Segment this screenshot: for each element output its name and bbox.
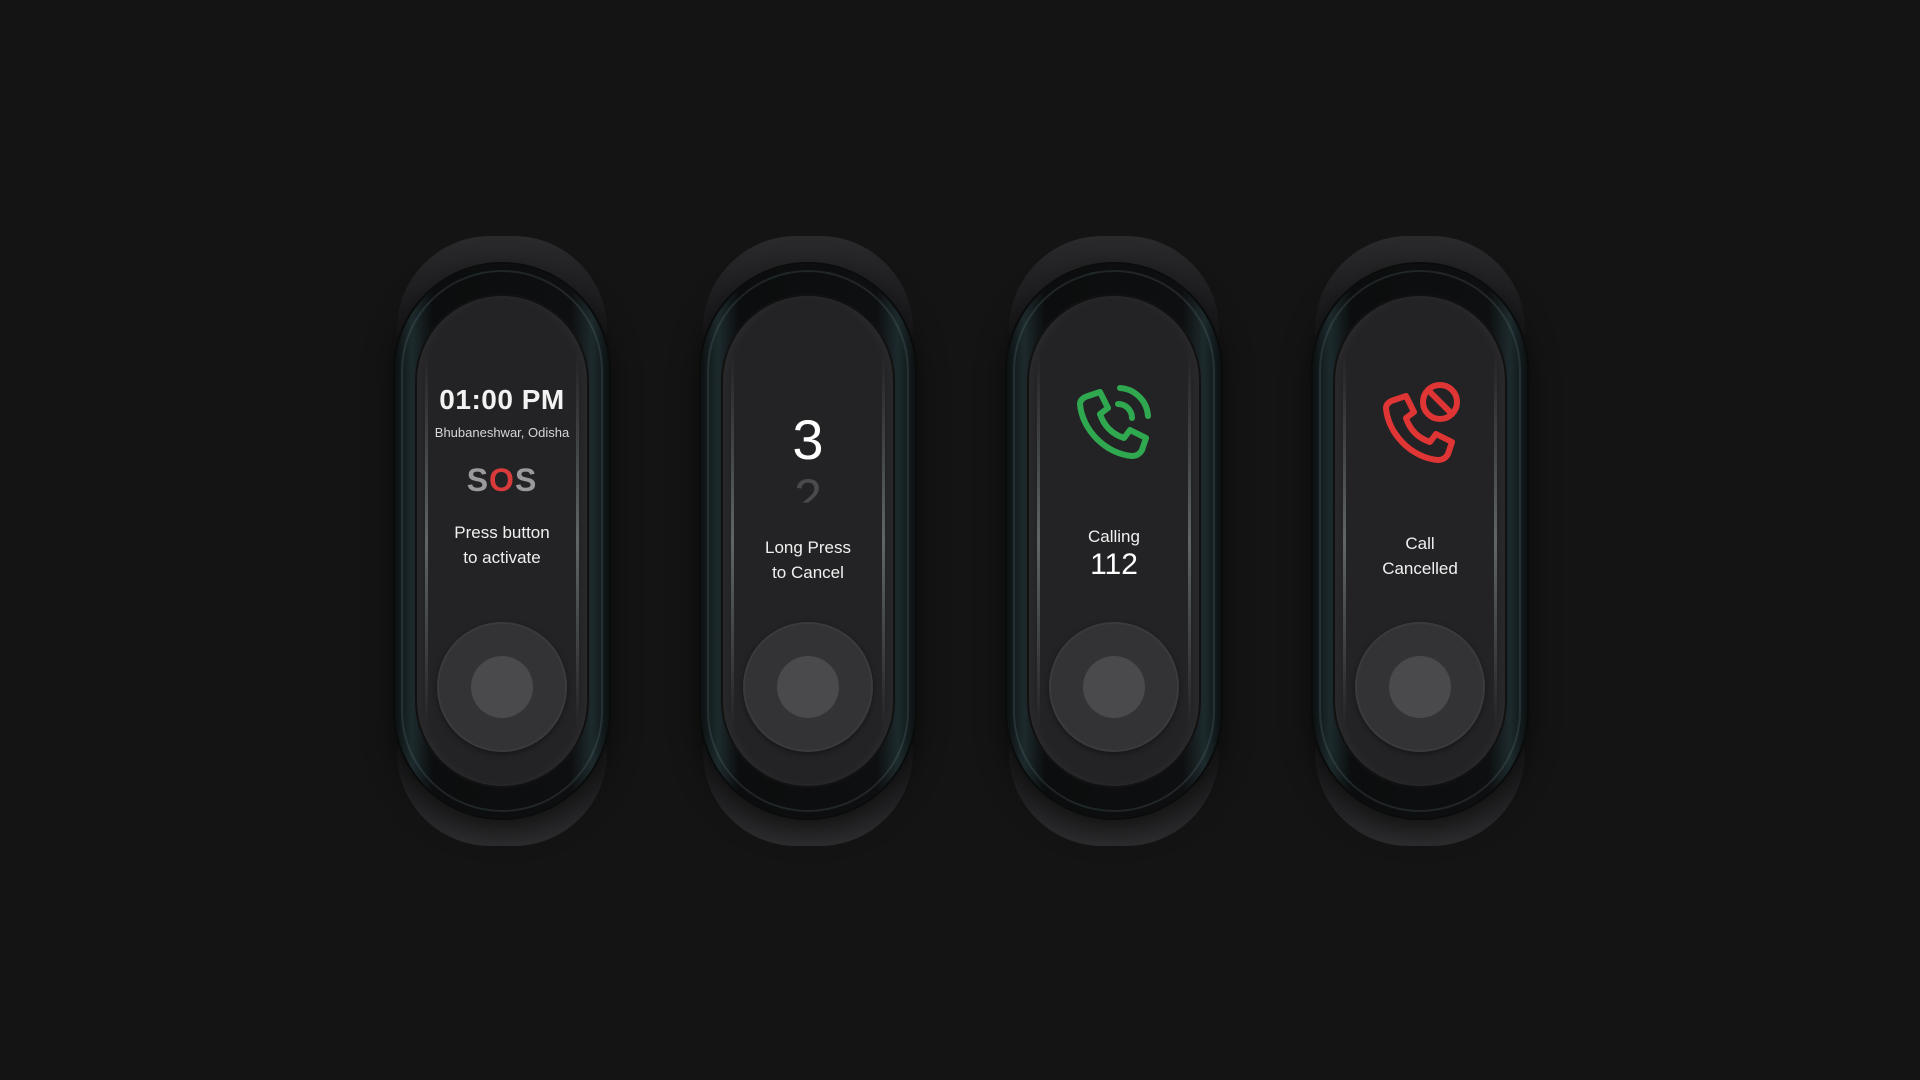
sos-logo: SOS — [415, 462, 589, 499]
calling-label: Calling — [1088, 527, 1140, 546]
touch-button-center — [471, 656, 533, 718]
band-pod: Calling 112 — [1007, 264, 1221, 818]
screen-content: 3 2 Long Press to Cancel — [721, 294, 895, 638]
smart-band-sos-idle: 01:00 PM Bhubaneshwar, Odisha SOS Press … — [395, 236, 609, 846]
band-screen: Call Cancelled — [1333, 294, 1507, 788]
smart-band-countdown: 3 2 Long Press to Cancel — [701, 236, 915, 846]
sos-letter-o: O — [489, 462, 515, 498]
countdown-current: 3 — [792, 408, 824, 471]
status-text: Call Cancelled — [1343, 531, 1497, 581]
touch-button[interactable] — [1049, 622, 1179, 752]
touch-button[interactable] — [743, 622, 873, 752]
sos-letter-s2: S — [514, 462, 538, 498]
phone-cancelled-icon — [1383, 382, 1460, 463]
touch-button-center — [1389, 656, 1451, 718]
band-pod: Call Cancelled — [1313, 264, 1527, 818]
instruction-text: Long Press to Cancel — [731, 535, 885, 585]
touch-button[interactable] — [437, 622, 567, 752]
countdown-next: 2 — [794, 469, 822, 525]
screen-content: Calling 112 — [1027, 294, 1201, 638]
stage: 01:00 PM Bhubaneshwar, Odisha SOS Press … — [0, 0, 1920, 1080]
touch-button[interactable] — [1355, 622, 1485, 752]
band-screen: Calling 112 — [1027, 294, 1201, 788]
phone-calling-icon — [1077, 385, 1151, 459]
band-screen: 3 2 Long Press to Cancel — [721, 294, 895, 788]
screen-content: 01:00 PM Bhubaneshwar, Odisha SOS Press … — [415, 294, 589, 638]
band-screen: 01:00 PM Bhubaneshwar, Odisha SOS Press … — [415, 294, 589, 788]
dialed-number: 112 — [1090, 548, 1138, 581]
status-line-1: Call — [1405, 534, 1435, 553]
screen-content: Call Cancelled — [1333, 294, 1507, 638]
sos-letter-s1: S — [466, 462, 490, 498]
band-pod: 01:00 PM Bhubaneshwar, Odisha SOS Press … — [395, 264, 609, 818]
instruction-line-1: Press button — [454, 523, 550, 542]
instruction-line-2: to Cancel — [772, 563, 844, 582]
band-pod: 3 2 Long Press to Cancel — [701, 264, 915, 818]
status-line-2: Cancelled — [1382, 559, 1458, 578]
clock-time: 01:00 PM — [439, 384, 565, 415]
touch-button-center — [1083, 656, 1145, 718]
location-label: Bhubaneshwar, Odisha — [434, 425, 570, 440]
instruction-line-1: Long Press — [765, 538, 851, 557]
instruction-text: Press button to activate — [425, 520, 579, 570]
instruction-line-2: to activate — [463, 548, 541, 567]
touch-button-center — [777, 656, 839, 718]
smart-band-call-cancelled: Call Cancelled — [1313, 236, 1527, 846]
smart-band-calling: Calling 112 — [1007, 236, 1221, 846]
